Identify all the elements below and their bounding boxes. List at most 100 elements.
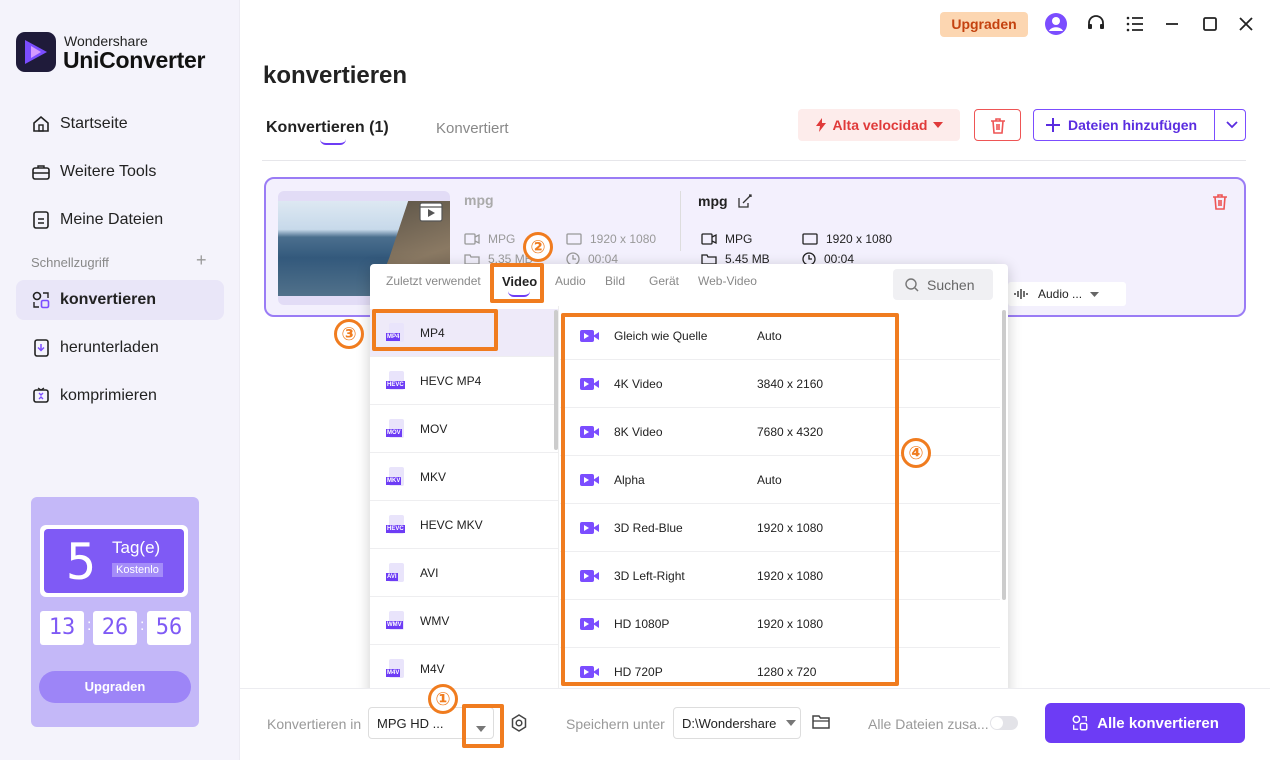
active-tab-indicator bbox=[320, 139, 346, 145]
format-label: WMV bbox=[420, 613, 450, 628]
tab-device[interactable]: Gerät bbox=[649, 274, 679, 288]
menu-icon[interactable] bbox=[1123, 12, 1147, 36]
sidebar-item-label: herunterladen bbox=[60, 339, 159, 356]
tab-audio[interactable]: Audio bbox=[555, 274, 586, 288]
timer-minutes: 26 bbox=[93, 611, 137, 645]
sidebar-item-startseite[interactable]: Startseite bbox=[16, 104, 224, 144]
edit-name-icon[interactable] bbox=[737, 194, 752, 208]
mkv-format-icon: MKV bbox=[386, 466, 408, 488]
format-item-m4v[interactable]: M4V M4V bbox=[370, 645, 558, 693]
timer-seconds: 56 bbox=[147, 611, 191, 645]
account-avatar-icon[interactable] bbox=[1044, 12, 1068, 36]
minimize-icon[interactable] bbox=[1160, 12, 1184, 36]
timer-hours: 13 bbox=[40, 611, 84, 645]
delete-file-icon[interactable] bbox=[1212, 193, 1228, 215]
target-resolution: 1920 x 1080 bbox=[826, 232, 893, 246]
open-folder-icon[interactable] bbox=[812, 714, 830, 735]
source-format: MPG bbox=[488, 232, 516, 246]
sidebar-item-konvertieren[interactable]: konvertieren bbox=[16, 280, 224, 320]
speed-mode-button[interactable]: Alta velocidad bbox=[798, 109, 960, 141]
caret-down-icon bbox=[786, 720, 797, 726]
sidebar-item-komprimieren[interactable]: komprimieren bbox=[16, 376, 224, 416]
home-icon bbox=[30, 113, 52, 135]
sidebar-item-label: komprimieren bbox=[60, 387, 157, 404]
trial-days-number: 5 bbox=[66, 533, 97, 591]
audio-track-label: Audio ... bbox=[1038, 287, 1083, 301]
settings-gear-icon[interactable] bbox=[510, 714, 528, 737]
convert-icon bbox=[1072, 715, 1088, 731]
source-file-name: mpg bbox=[464, 192, 494, 208]
avi-format-icon: AVI bbox=[386, 562, 408, 584]
audio-track-select[interactable]: Audio ... bbox=[1008, 282, 1126, 306]
page-title: konvertieren bbox=[263, 62, 408, 89]
save-location-value: D:\Wondershare bbox=[682, 715, 777, 731]
quick-access-label: Schnellzugriff bbox=[31, 255, 109, 270]
audio-wave-icon bbox=[1014, 289, 1028, 299]
caret-down-icon bbox=[1090, 291, 1100, 297]
callout-4: ④ bbox=[901, 438, 931, 468]
tab-web-video[interactable]: Web-Video bbox=[698, 274, 757, 288]
video-format-icon bbox=[701, 233, 717, 245]
format-label: AVI bbox=[420, 565, 439, 580]
tab-image[interactable]: Bild bbox=[605, 274, 625, 288]
sidebar-item-meine-dateien[interactable]: Meine Dateien bbox=[16, 200, 224, 240]
lightning-icon bbox=[815, 118, 826, 132]
target-file-name: mpg bbox=[698, 193, 728, 209]
highlight-box-3 bbox=[372, 309, 498, 351]
convert-in-label: Konvertieren in bbox=[267, 716, 362, 732]
target-format: MPG bbox=[725, 232, 753, 246]
upgrade-button[interactable]: Upgraden bbox=[940, 12, 1028, 37]
format-item-hevc-mkv[interactable]: HEVC HEVC MKV bbox=[370, 501, 558, 549]
plus-icon bbox=[1046, 118, 1060, 132]
play-icon[interactable] bbox=[419, 199, 443, 223]
format-item-wmv[interactable]: WMV WMV bbox=[370, 597, 558, 645]
search-icon bbox=[905, 277, 919, 292]
highlight-box-1 bbox=[462, 704, 504, 748]
free-badge: Kostenlo bbox=[112, 563, 163, 577]
files-icon bbox=[30, 209, 52, 231]
sidebar-item-weitere-tools[interactable]: Weitere Tools bbox=[16, 152, 224, 192]
format-item-mov[interactable]: MOV MOV bbox=[370, 405, 558, 453]
delete-all-button[interactable] bbox=[974, 109, 1021, 141]
tab-konvertiert[interactable]: Konvertiert bbox=[436, 120, 509, 137]
trial-promo-card: 5 Tag(e) Kostenlo 13 : 26 : 56 Upgraden bbox=[31, 497, 199, 727]
callout-3: ③ bbox=[334, 319, 364, 349]
m4v-format-icon: M4V bbox=[386, 658, 408, 680]
resolution-list-scrollbar[interactable] bbox=[1002, 310, 1006, 600]
format-search-input[interactable]: Suchen bbox=[893, 269, 993, 300]
add-files-dropdown-icon[interactable] bbox=[1218, 110, 1246, 140]
tab-konvertieren[interactable]: Konvertieren (1) bbox=[266, 119, 389, 137]
format-item-mkv[interactable]: MKV MKV bbox=[370, 453, 558, 501]
sidebar: Wondershare UniConverter Startseite Weit… bbox=[0, 0, 240, 760]
promo-upgrade-button[interactable]: Upgraden bbox=[39, 671, 191, 703]
caret-down-icon bbox=[933, 122, 944, 128]
format-label: M4V bbox=[420, 661, 445, 676]
format-label: HEVC MKV bbox=[420, 517, 483, 532]
support-headset-icon[interactable] bbox=[1084, 12, 1108, 36]
product-name: UniConverter bbox=[63, 47, 206, 73]
sidebar-item-herunterladen[interactable]: herunterladen bbox=[16, 328, 224, 368]
format-label: MOV bbox=[420, 421, 448, 436]
format-item-hevc-mp4[interactable]: HEVC HEVC MP4 bbox=[370, 357, 558, 405]
add-files-button[interactable]: Dateien hinzufügen bbox=[1033, 109, 1246, 141]
trial-days-label: Tag(e) bbox=[112, 538, 161, 557]
tab-recently-used[interactable]: Zuletzt verwendet bbox=[386, 274, 481, 288]
merge-files-toggle[interactable] bbox=[990, 716, 1018, 730]
convert-all-button[interactable]: Alle konvertieren bbox=[1045, 703, 1245, 743]
add-quick-access-icon[interactable]: + bbox=[196, 250, 207, 271]
resolution-icon bbox=[566, 233, 582, 245]
toolbox-icon bbox=[30, 161, 52, 183]
video-format-icon bbox=[464, 233, 480, 245]
speed-mode-label: Alta velocidad bbox=[832, 117, 928, 133]
app-window: Wondershare UniConverter Startseite Weit… bbox=[0, 0, 1270, 760]
convert-icon bbox=[30, 289, 52, 311]
hevc-format-icon: HEVC bbox=[386, 514, 408, 536]
format-item-avi[interactable]: AVI AVI bbox=[370, 549, 558, 597]
sidebar-item-label: Startseite bbox=[60, 115, 128, 132]
save-location-select[interactable]: D:\Wondershare bbox=[673, 707, 801, 739]
app-logo-icon bbox=[16, 32, 56, 72]
sidebar-item-label: konvertieren bbox=[60, 291, 157, 308]
hevc-format-icon: HEVC bbox=[386, 370, 408, 392]
close-icon[interactable] bbox=[1234, 12, 1258, 36]
maximize-icon[interactable] bbox=[1198, 12, 1222, 36]
